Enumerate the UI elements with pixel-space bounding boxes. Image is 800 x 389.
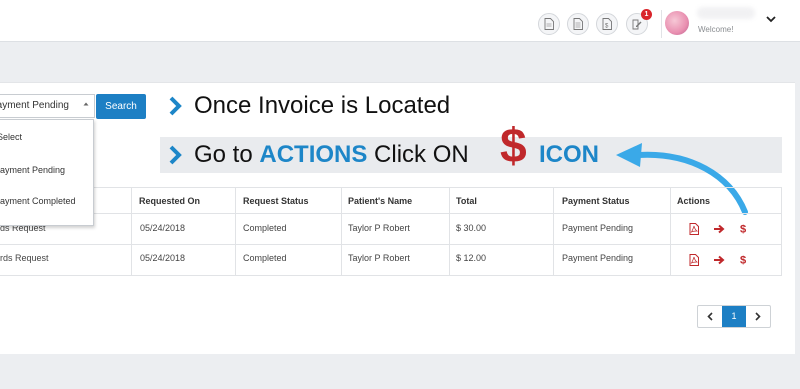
svg-text:$: $ <box>605 24 609 30</box>
table-cell-requested-on: 05/24/2018 <box>140 223 186 233</box>
instruction-actions-word: ACTIONS <box>259 141 368 168</box>
instruction-line-2: Go to ACTIONS Click ON <box>194 141 469 169</box>
column-header-requested-on[interactable]: Requested On <box>139 196 200 206</box>
divider <box>781 187 782 275</box>
arrow-right-icon[interactable] <box>713 254 725 266</box>
welcome-label: Welcome! <box>698 25 734 34</box>
table-cell-requested-on: 05/24/2018 <box>140 253 186 263</box>
divider <box>131 187 132 275</box>
payment-status-select[interactable]: Payment Pending <box>0 94 95 118</box>
arrow-right-icon[interactable] <box>713 223 725 235</box>
table-cell-payment-status: Payment Pending <box>562 253 634 263</box>
avatar[interactable] <box>665 11 689 35</box>
column-header-total[interactable]: Total <box>456 196 477 206</box>
instruction-icon-word: ICON <box>539 141 599 168</box>
divider <box>235 187 236 275</box>
instruction-line-1: Once Invoice is Located <box>194 92 451 119</box>
table-cell-total: $ 12.00 <box>456 253 487 263</box>
instruction-text: Go to <box>194 141 260 168</box>
table-cell-request-type: rds Request <box>0 253 49 263</box>
divider <box>0 244 782 245</box>
divider <box>449 187 450 275</box>
table-cell-request-status: Completed <box>243 223 287 233</box>
invoice-icon[interactable]: $ <box>596 13 618 35</box>
dropdown-option-payment-pending[interactable]: Payment Pending <box>0 165 65 175</box>
pagination-next-button[interactable] <box>746 306 770 327</box>
table-cell-request-status: Completed <box>243 253 287 263</box>
table-cell-patient-name: Taylor P Robert <box>348 223 410 233</box>
notification-badge: 1 <box>641 9 652 20</box>
chevron-left-icon <box>707 312 713 321</box>
divider <box>0 187 782 188</box>
dollar-icon: $ <box>500 120 527 173</box>
pagination-prev-button[interactable] <box>698 306 722 327</box>
chevron-down-icon[interactable] <box>765 14 777 24</box>
dropdown-option-payment-completed[interactable]: Payment Completed <box>0 196 76 206</box>
divider <box>0 275 782 276</box>
search-button[interactable]: Search <box>96 94 146 119</box>
report-icon[interactable] <box>567 13 589 35</box>
table-cell-total: $ 30.00 <box>456 223 487 233</box>
dollar-icon[interactable]: $ <box>737 222 749 234</box>
chevron-right-icon <box>169 96 182 116</box>
instruction-text: Click ON <box>367 141 469 168</box>
chevron-right-icon <box>755 312 761 321</box>
pdf-icon[interactable] <box>688 223 700 235</box>
top-bar: $ 1 Welcome! <box>0 0 800 42</box>
pdf-icon[interactable] <box>688 254 700 266</box>
chevron-right-icon <box>169 145 182 165</box>
table-cell-payment-status: Payment Pending <box>562 223 634 233</box>
column-header-payment-status[interactable]: Payment Status <box>562 196 630 206</box>
select-caret-icon[interactable] <box>83 101 89 107</box>
selected-status-value: Payment Pending <box>0 100 69 111</box>
divider <box>0 213 782 214</box>
divider <box>341 187 342 275</box>
svg-text:$: $ <box>740 223 747 234</box>
dropdown-option-select[interactable]: Select <box>0 132 22 142</box>
divider <box>553 187 554 275</box>
pointer-arrow-icon <box>616 143 748 215</box>
edit-notes-icon[interactable]: 1 <box>626 9 652 35</box>
user-name-blurred <box>697 7 755 19</box>
column-header-actions: Actions <box>677 196 711 206</box>
pagination: 1 <box>697 305 771 328</box>
divider <box>661 10 662 38</box>
pagination-page-current[interactable]: 1 <box>722 306 746 327</box>
svg-text:$: $ <box>740 254 747 265</box>
document-icon[interactable] <box>538 13 560 35</box>
column-header-patient-name[interactable]: Patient's Name <box>348 196 412 206</box>
divider <box>670 187 671 275</box>
dollar-icon[interactable]: $ <box>737 253 749 265</box>
table-cell-patient-name: Taylor P Robert <box>348 253 410 263</box>
status-dropdown: Select Payment Pending Payment Completed <box>0 119 94 226</box>
column-header-request-status[interactable]: Request Status <box>243 196 309 206</box>
